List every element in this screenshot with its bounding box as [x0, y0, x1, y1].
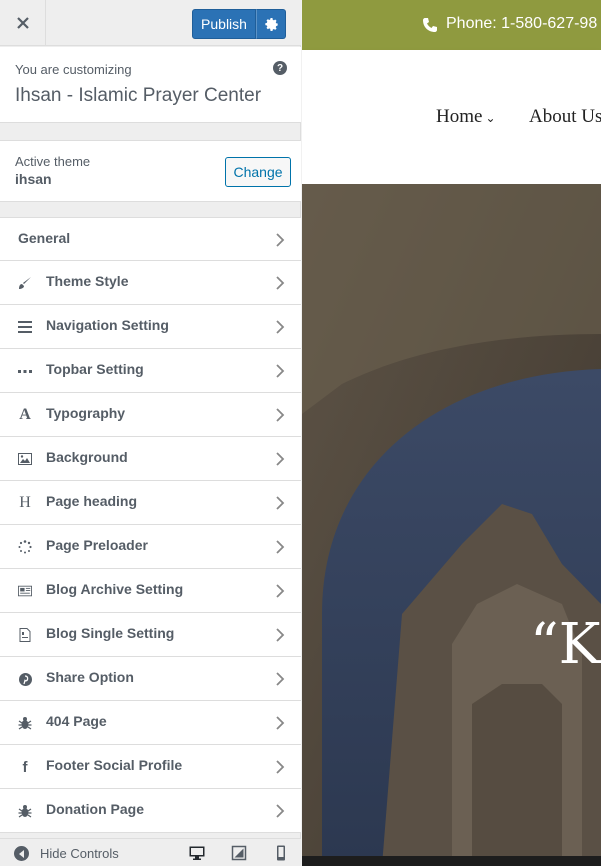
- section-donation-page[interactable]: Donation Page: [0, 789, 301, 833]
- section-label: Topbar Setting: [46, 361, 144, 377]
- nav-about[interactable]: About Us: [529, 106, 601, 128]
- close-icon: [16, 17, 29, 29]
- section-label: Page heading: [46, 493, 138, 509]
- help-icon[interactable]: ?: [273, 61, 287, 75]
- section-theme-style[interactable]: Theme Style: [0, 261, 301, 305]
- active-theme: Active theme ihsan Change: [0, 140, 301, 202]
- phone-text: Phone: 1-580-627-98: [446, 15, 598, 32]
- section-label: Donation Page: [46, 801, 145, 817]
- customizer-panel: Publish You are customizing Ihsan - Isla…: [0, 0, 301, 866]
- publish-settings-button[interactable]: [256, 9, 286, 39]
- pinterest-icon: [18, 672, 32, 686]
- phone-icon: [423, 18, 437, 32]
- spinner-icon: [18, 540, 32, 554]
- section-label: Typography: [46, 405, 126, 421]
- chevron-right-icon: [276, 760, 285, 774]
- collapse-icon[interactable]: [14, 846, 29, 861]
- chevron-right-icon: [276, 584, 285, 598]
- site-preview: Phone: 1-580-627-98 Home ⌄ About Us “K: [302, 0, 601, 866]
- section-label: Theme Style: [46, 273, 129, 289]
- chevron-right-icon: [276, 408, 285, 422]
- customizer-header: Publish: [0, 0, 301, 46]
- preview-navbar: Home ⌄ About Us: [302, 50, 601, 184]
- section-label: Background: [46, 449, 128, 465]
- chevron-right-icon: [276, 716, 285, 730]
- section-page-heading[interactable]: H Page heading: [0, 481, 301, 525]
- section-page-preloader[interactable]: Page Preloader: [0, 525, 301, 569]
- hide-controls-button[interactable]: Hide Controls: [40, 846, 119, 861]
- facebook-icon: f: [22, 758, 28, 776]
- site-title: Ihsan - Islamic Prayer Center: [15, 85, 262, 106]
- tablet-preview-icon[interactable]: [231, 845, 247, 861]
- section-blog-single-setting[interactable]: Blog Single Setting: [0, 613, 301, 657]
- section-label: General: [18, 230, 71, 246]
- section-label: Page Preloader: [46, 537, 148, 553]
- section-label: 404 Page: [46, 713, 107, 729]
- mosque-arch-image: [302, 184, 601, 866]
- customizer-footer: Hide Controls: [0, 838, 301, 866]
- section-share-option[interactable]: Share Option: [0, 657, 301, 701]
- publish-group: Publish: [192, 9, 286, 39]
- chevron-right-icon: [276, 276, 285, 290]
- chevron-right-icon: [276, 540, 285, 554]
- ellipsis-icon: [18, 364, 32, 378]
- chevron-right-icon: [276, 496, 285, 510]
- image-icon: [18, 452, 32, 466]
- gear-icon: [264, 17, 278, 31]
- mobile-preview-icon[interactable]: [273, 845, 289, 861]
- chevron-right-icon: [276, 672, 285, 686]
- section-label: Navigation Setting: [46, 317, 169, 333]
- section-404-page[interactable]: 404 Page: [0, 701, 301, 745]
- customizing-info: You are customizing Ihsan - Islamic Pray…: [0, 47, 301, 123]
- section-blog-archive-setting[interactable]: Blog Archive Setting: [0, 569, 301, 613]
- section-label: Share Option: [46, 669, 134, 685]
- active-theme-label: Active theme: [15, 154, 91, 169]
- active-theme-name: ihsan: [15, 171, 52, 187]
- section-label: Blog Single Setting: [46, 625, 175, 641]
- chevron-right-icon: [276, 804, 285, 818]
- chevron-right-icon: [276, 628, 285, 642]
- section-list: General Theme Style Navigation Setting T…: [0, 217, 301, 833]
- document-icon: [18, 628, 32, 642]
- heading-icon: H: [19, 494, 31, 511]
- chevron-right-icon: [276, 320, 285, 334]
- close-button[interactable]: [0, 0, 46, 46]
- typography-icon: A: [19, 406, 31, 423]
- chevron-right-icon: [276, 452, 285, 466]
- bug-icon: [18, 716, 32, 730]
- customizing-label: You are customizing: [15, 62, 132, 77]
- section-footer-social-profile[interactable]: f Footer Social Profile: [0, 745, 301, 789]
- chevron-down-icon: ⌄: [482, 111, 496, 125]
- section-label: Footer Social Profile: [46, 757, 183, 773]
- change-theme-button[interactable]: Change: [225, 157, 291, 187]
- desktop-preview-icon[interactable]: [189, 845, 205, 861]
- hero-quote-text: “K: [530, 612, 601, 677]
- chevron-right-icon: [276, 364, 285, 378]
- section-navigation-setting[interactable]: Navigation Setting: [0, 305, 301, 349]
- section-topbar-setting[interactable]: Topbar Setting: [0, 349, 301, 393]
- preview-topbar: Phone: 1-580-627-98: [302, 0, 601, 50]
- publish-button[interactable]: Publish: [192, 9, 256, 39]
- section-label: Blog Archive Setting: [46, 581, 184, 597]
- newspaper-icon: [18, 584, 32, 598]
- section-background[interactable]: Background: [0, 437, 301, 481]
- nav-home-label: Home: [436, 106, 483, 127]
- section-general[interactable]: General: [0, 217, 301, 261]
- menu-icon: [18, 320, 32, 334]
- paintbrush-icon: [18, 276, 32, 290]
- nav-home[interactable]: Home ⌄: [436, 106, 496, 128]
- bug-icon: [18, 804, 32, 818]
- section-typography[interactable]: A Typography: [0, 393, 301, 437]
- hero-image: “K: [302, 184, 601, 866]
- chevron-right-icon: [276, 233, 285, 247]
